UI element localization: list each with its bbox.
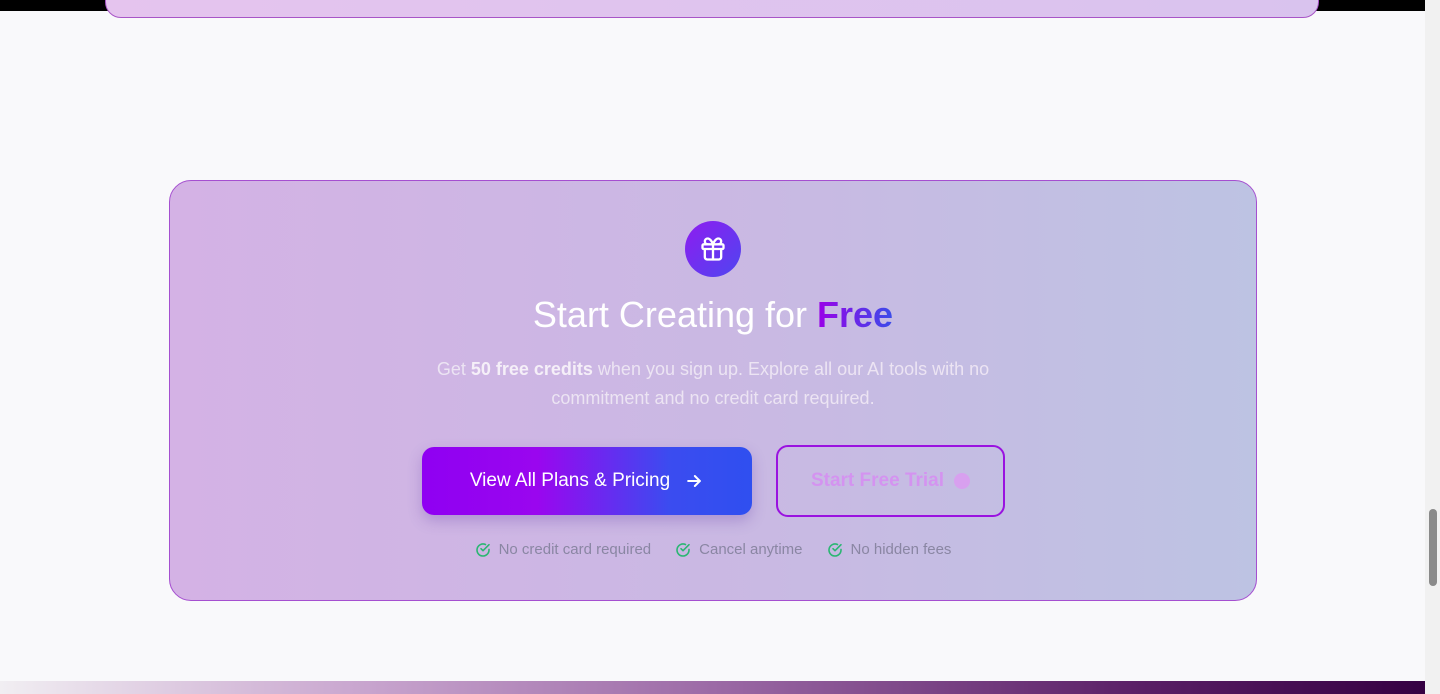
check-circle-icon (827, 542, 843, 558)
subtext-after: when you sign up. Explore all our AI too… (551, 359, 990, 408)
feature-label: No credit card required (498, 541, 652, 558)
cta-headline: Start Creating for Free (170, 293, 1256, 337)
arrow-right-icon (684, 471, 704, 491)
scrollbar-track[interactable] (1425, 0, 1440, 694)
feature-item: No credit card required (475, 541, 652, 558)
feature-item: Cancel anytime (675, 541, 803, 558)
cta-subtext: Get 50 free credits when you sign up. Ex… (390, 355, 1036, 413)
check-circle-icon (475, 542, 491, 558)
previous-section-card (105, 0, 1319, 18)
headline-accent: Free (817, 294, 894, 335)
feature-label: No hidden fees (850, 541, 952, 558)
view-plans-button[interactable]: View All Plans & Pricing (422, 447, 752, 515)
check-circle-icon (675, 542, 691, 558)
next-section-strip (0, 681, 1425, 694)
free-cta-card: Start Creating for Free Get 50 free cred… (169, 180, 1257, 601)
headline-prefix: Start Creating for (532, 294, 818, 335)
start-trial-label: Start Free Trial (810, 470, 945, 491)
view-plans-label: View All Plans & Pricing (469, 470, 671, 491)
feature-list: No credit card required Cancel anytime N… (170, 541, 1256, 558)
gift-icon (701, 237, 725, 261)
start-trial-button[interactable]: Start Free Trial (776, 445, 1005, 517)
sparkle-icon (954, 473, 971, 489)
feature-label: Cancel anytime (699, 541, 803, 558)
scrollbar-thumb[interactable] (1429, 509, 1437, 586)
feature-item: No hidden fees (827, 541, 952, 558)
gift-badge (685, 221, 741, 277)
subtext-before: Get (436, 359, 471, 379)
subtext-credits: 50 free credits (470, 359, 593, 379)
